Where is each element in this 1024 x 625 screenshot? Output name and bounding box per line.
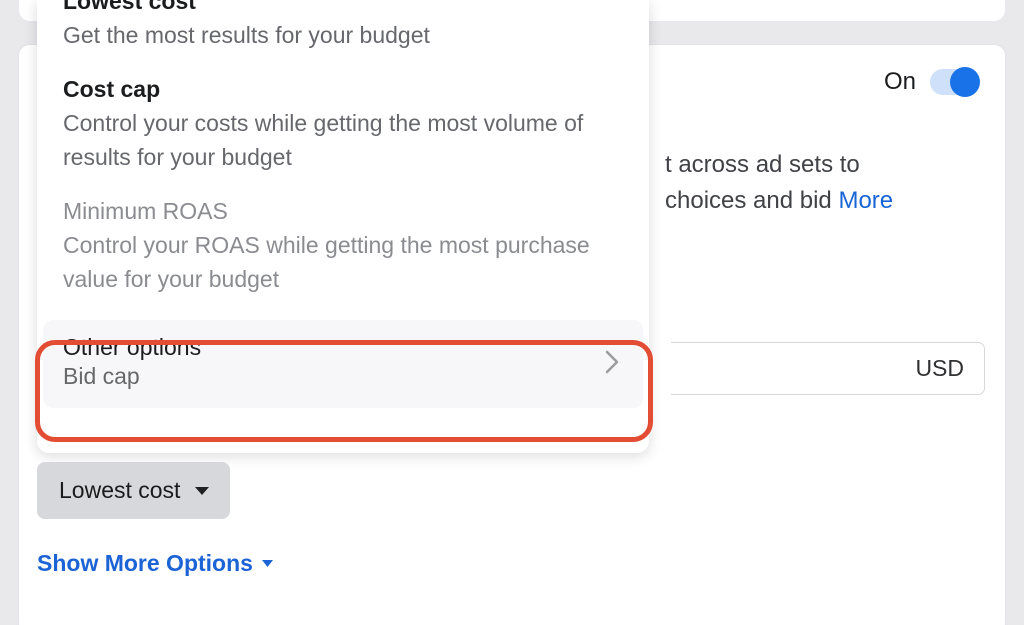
on-off-toggle[interactable] — [930, 69, 978, 95]
bg-line-2: choices and bid — [665, 187, 832, 214]
option-title: Lowest cost — [63, 0, 623, 17]
background-description: t across ad sets to choices and bid More — [665, 147, 985, 218]
caret-down-icon — [261, 559, 274, 568]
show-more-label: Show More Options — [37, 550, 253, 577]
option-title: Minimum ROAS — [63, 196, 623, 227]
option-desc: Control your ROAS while getting the most… — [63, 229, 623, 296]
other-options-title: Other options — [63, 334, 201, 361]
toggle-label: On — [884, 68, 916, 96]
option-cost-cap[interactable]: Cost cap Control your costs while gettin… — [37, 74, 649, 196]
option-desc: Get the most results for your budget — [63, 19, 623, 52]
learn-more-link[interactable]: More — [838, 187, 893, 214]
budget-currency-field[interactable]: USD — [671, 342, 985, 395]
bid-strategy-select[interactable]: Lowest cost — [37, 462, 230, 519]
show-more-options-link[interactable]: Show More Options — [37, 550, 274, 577]
currency-code: USD — [915, 355, 964, 382]
bg-line-1: t across ad sets to — [665, 151, 860, 178]
chevron-right-icon — [605, 350, 619, 374]
option-minimum-roas: Minimum ROAS Control your ROAS while get… — [37, 196, 649, 318]
option-other-bid-cap[interactable]: Other options Bid cap — [43, 320, 643, 408]
bid-strategy-select-label: Lowest cost — [59, 477, 180, 504]
toggle-wrap: On — [884, 68, 978, 96]
bid-strategy-dropdown-panel: Lowest cost Get the most results for you… — [37, 0, 649, 453]
toggle-knob — [950, 67, 980, 97]
option-title: Cost cap — [63, 74, 623, 105]
option-desc: Control your costs while getting the mos… — [63, 107, 623, 174]
option-lowest-cost[interactable]: Lowest cost Get the most results for you… — [37, 0, 649, 74]
caret-down-icon — [194, 486, 210, 496]
other-options-subtitle: Bid cap — [63, 363, 201, 390]
